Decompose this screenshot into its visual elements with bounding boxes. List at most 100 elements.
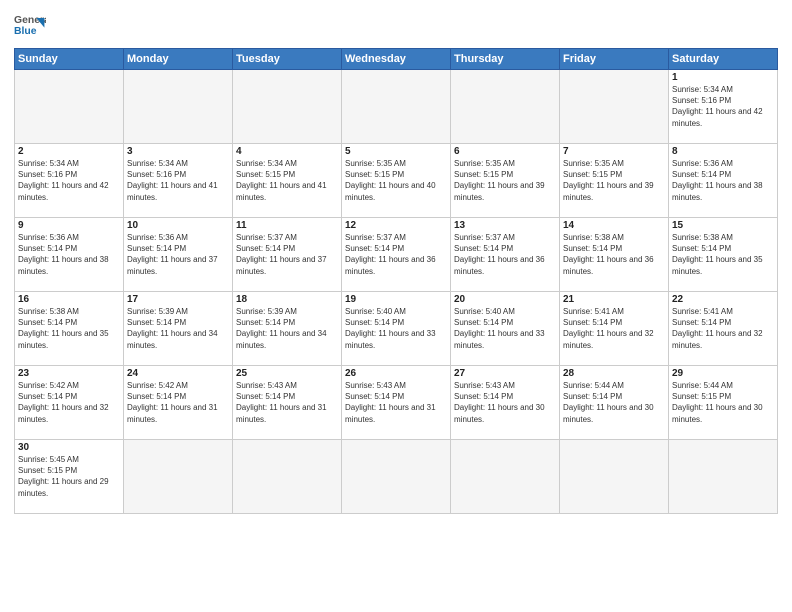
- calendar-cell-empty-5-3: [342, 440, 451, 514]
- day-number: 30: [18, 442, 120, 453]
- day-number: 10: [127, 220, 229, 231]
- day-info: Sunrise: 5:43 AMSunset: 5:14 PMDaylight:…: [345, 380, 447, 425]
- day-info: Sunrise: 5:36 AMSunset: 5:14 PMDaylight:…: [672, 158, 774, 203]
- day-number: 23: [18, 368, 120, 379]
- day-info: Sunrise: 5:34 AMSunset: 5:16 PMDaylight:…: [672, 84, 774, 129]
- day-number: 9: [18, 220, 120, 231]
- calendar-cell-30: 30Sunrise: 5:45 AMSunset: 5:15 PMDayligh…: [15, 440, 124, 514]
- day-info: Sunrise: 5:34 AMSunset: 5:15 PMDaylight:…: [236, 158, 338, 203]
- day-number: 1: [672, 72, 774, 83]
- day-info: Sunrise: 5:34 AMSunset: 5:16 PMDaylight:…: [18, 158, 120, 203]
- calendar-cell-empty-0-4: [451, 70, 560, 144]
- day-info: Sunrise: 5:41 AMSunset: 5:14 PMDaylight:…: [672, 306, 774, 351]
- day-info: Sunrise: 5:35 AMSunset: 5:15 PMDaylight:…: [563, 158, 665, 203]
- day-number: 3: [127, 146, 229, 157]
- logo: General Blue: [14, 10, 46, 42]
- calendar-cell-13: 13Sunrise: 5:37 AMSunset: 5:14 PMDayligh…: [451, 218, 560, 292]
- weekday-header-tuesday: Tuesday: [233, 49, 342, 70]
- day-info: Sunrise: 5:37 AMSunset: 5:14 PMDaylight:…: [345, 232, 447, 277]
- calendar-cell-1: 1Sunrise: 5:34 AMSunset: 5:16 PMDaylight…: [669, 70, 778, 144]
- calendar-header: SundayMondayTuesdayWednesdayThursdayFrid…: [15, 49, 778, 70]
- day-info: Sunrise: 5:38 AMSunset: 5:14 PMDaylight:…: [672, 232, 774, 277]
- day-number: 4: [236, 146, 338, 157]
- day-number: 8: [672, 146, 774, 157]
- day-info: Sunrise: 5:38 AMSunset: 5:14 PMDaylight:…: [18, 306, 120, 351]
- calendar-cell-28: 28Sunrise: 5:44 AMSunset: 5:14 PMDayligh…: [560, 366, 669, 440]
- calendar-cell-26: 26Sunrise: 5:43 AMSunset: 5:14 PMDayligh…: [342, 366, 451, 440]
- weekday-header-friday: Friday: [560, 49, 669, 70]
- logo-icon: General Blue: [14, 10, 46, 42]
- weekday-header-sunday: Sunday: [15, 49, 124, 70]
- calendar-cell-24: 24Sunrise: 5:42 AMSunset: 5:14 PMDayligh…: [124, 366, 233, 440]
- day-number: 13: [454, 220, 556, 231]
- calendar-cell-29: 29Sunrise: 5:44 AMSunset: 5:15 PMDayligh…: [669, 366, 778, 440]
- day-number: 25: [236, 368, 338, 379]
- day-info: Sunrise: 5:40 AMSunset: 5:14 PMDaylight:…: [345, 306, 447, 351]
- calendar-cell-3: 3Sunrise: 5:34 AMSunset: 5:16 PMDaylight…: [124, 144, 233, 218]
- calendar-cell-4: 4Sunrise: 5:34 AMSunset: 5:15 PMDaylight…: [233, 144, 342, 218]
- day-number: 14: [563, 220, 665, 231]
- weekday-header-wednesday: Wednesday: [342, 49, 451, 70]
- day-info: Sunrise: 5:37 AMSunset: 5:14 PMDaylight:…: [236, 232, 338, 277]
- calendar-cell-9: 9Sunrise: 5:36 AMSunset: 5:14 PMDaylight…: [15, 218, 124, 292]
- calendar-cell-19: 19Sunrise: 5:40 AMSunset: 5:14 PMDayligh…: [342, 292, 451, 366]
- day-number: 2: [18, 146, 120, 157]
- day-info: Sunrise: 5:42 AMSunset: 5:14 PMDaylight:…: [127, 380, 229, 425]
- calendar-cell-2: 2Sunrise: 5:34 AMSunset: 5:16 PMDaylight…: [15, 144, 124, 218]
- calendar-cell-8: 8Sunrise: 5:36 AMSunset: 5:14 PMDaylight…: [669, 144, 778, 218]
- calendar-cell-22: 22Sunrise: 5:41 AMSunset: 5:14 PMDayligh…: [669, 292, 778, 366]
- day-info: Sunrise: 5:44 AMSunset: 5:15 PMDaylight:…: [672, 380, 774, 425]
- day-number: 5: [345, 146, 447, 157]
- day-number: 16: [18, 294, 120, 305]
- calendar-cell-10: 10Sunrise: 5:36 AMSunset: 5:14 PMDayligh…: [124, 218, 233, 292]
- day-info: Sunrise: 5:35 AMSunset: 5:15 PMDaylight:…: [345, 158, 447, 203]
- calendar-cell-empty-0-1: [124, 70, 233, 144]
- day-number: 17: [127, 294, 229, 305]
- header: General Blue: [14, 10, 778, 42]
- calendar-cell-17: 17Sunrise: 5:39 AMSunset: 5:14 PMDayligh…: [124, 292, 233, 366]
- day-number: 20: [454, 294, 556, 305]
- day-info: Sunrise: 5:44 AMSunset: 5:14 PMDaylight:…: [563, 380, 665, 425]
- calendar-cell-23: 23Sunrise: 5:42 AMSunset: 5:14 PMDayligh…: [15, 366, 124, 440]
- day-info: Sunrise: 5:35 AMSunset: 5:15 PMDaylight:…: [454, 158, 556, 203]
- calendar-cell-21: 21Sunrise: 5:41 AMSunset: 5:14 PMDayligh…: [560, 292, 669, 366]
- calendar-row-5: 23Sunrise: 5:42 AMSunset: 5:14 PMDayligh…: [15, 366, 778, 440]
- day-number: 27: [454, 368, 556, 379]
- calendar-body: 1Sunrise: 5:34 AMSunset: 5:16 PMDaylight…: [15, 70, 778, 514]
- calendar-cell-14: 14Sunrise: 5:38 AMSunset: 5:14 PMDayligh…: [560, 218, 669, 292]
- calendar-row-6: 30Sunrise: 5:45 AMSunset: 5:15 PMDayligh…: [15, 440, 778, 514]
- calendar-row-3: 9Sunrise: 5:36 AMSunset: 5:14 PMDaylight…: [15, 218, 778, 292]
- weekday-header-monday: Monday: [124, 49, 233, 70]
- day-number: 7: [563, 146, 665, 157]
- calendar-cell-7: 7Sunrise: 5:35 AMSunset: 5:15 PMDaylight…: [560, 144, 669, 218]
- day-info: Sunrise: 5:43 AMSunset: 5:14 PMDaylight:…: [236, 380, 338, 425]
- weekday-row: SundayMondayTuesdayWednesdayThursdayFrid…: [15, 49, 778, 70]
- calendar-cell-27: 27Sunrise: 5:43 AMSunset: 5:14 PMDayligh…: [451, 366, 560, 440]
- day-info: Sunrise: 5:40 AMSunset: 5:14 PMDaylight:…: [454, 306, 556, 351]
- calendar-cell-empty-0-5: [560, 70, 669, 144]
- day-number: 26: [345, 368, 447, 379]
- day-info: Sunrise: 5:39 AMSunset: 5:14 PMDaylight:…: [127, 306, 229, 351]
- day-info: Sunrise: 5:42 AMSunset: 5:14 PMDaylight:…: [18, 380, 120, 425]
- svg-text:Blue: Blue: [14, 26, 37, 37]
- calendar-row-4: 16Sunrise: 5:38 AMSunset: 5:14 PMDayligh…: [15, 292, 778, 366]
- calendar-cell-6: 6Sunrise: 5:35 AMSunset: 5:15 PMDaylight…: [451, 144, 560, 218]
- day-info: Sunrise: 5:45 AMSunset: 5:15 PMDaylight:…: [18, 454, 120, 499]
- day-info: Sunrise: 5:38 AMSunset: 5:14 PMDaylight:…: [563, 232, 665, 277]
- day-info: Sunrise: 5:41 AMSunset: 5:14 PMDaylight:…: [563, 306, 665, 351]
- day-number: 6: [454, 146, 556, 157]
- calendar-row-2: 2Sunrise: 5:34 AMSunset: 5:16 PMDaylight…: [15, 144, 778, 218]
- day-info: Sunrise: 5:36 AMSunset: 5:14 PMDaylight:…: [18, 232, 120, 277]
- day-number: 29: [672, 368, 774, 379]
- day-info: Sunrise: 5:37 AMSunset: 5:14 PMDaylight:…: [454, 232, 556, 277]
- calendar-cell-12: 12Sunrise: 5:37 AMSunset: 5:14 PMDayligh…: [342, 218, 451, 292]
- day-number: 22: [672, 294, 774, 305]
- calendar-cell-11: 11Sunrise: 5:37 AMSunset: 5:14 PMDayligh…: [233, 218, 342, 292]
- day-number: 11: [236, 220, 338, 231]
- page: General Blue SundayMondayTuesdayWednesda…: [0, 0, 792, 612]
- calendar-cell-empty-5-5: [560, 440, 669, 514]
- calendar-cell-empty-0-0: [15, 70, 124, 144]
- calendar-cell-15: 15Sunrise: 5:38 AMSunset: 5:14 PMDayligh…: [669, 218, 778, 292]
- day-number: 19: [345, 294, 447, 305]
- calendar-cell-empty-5-2: [233, 440, 342, 514]
